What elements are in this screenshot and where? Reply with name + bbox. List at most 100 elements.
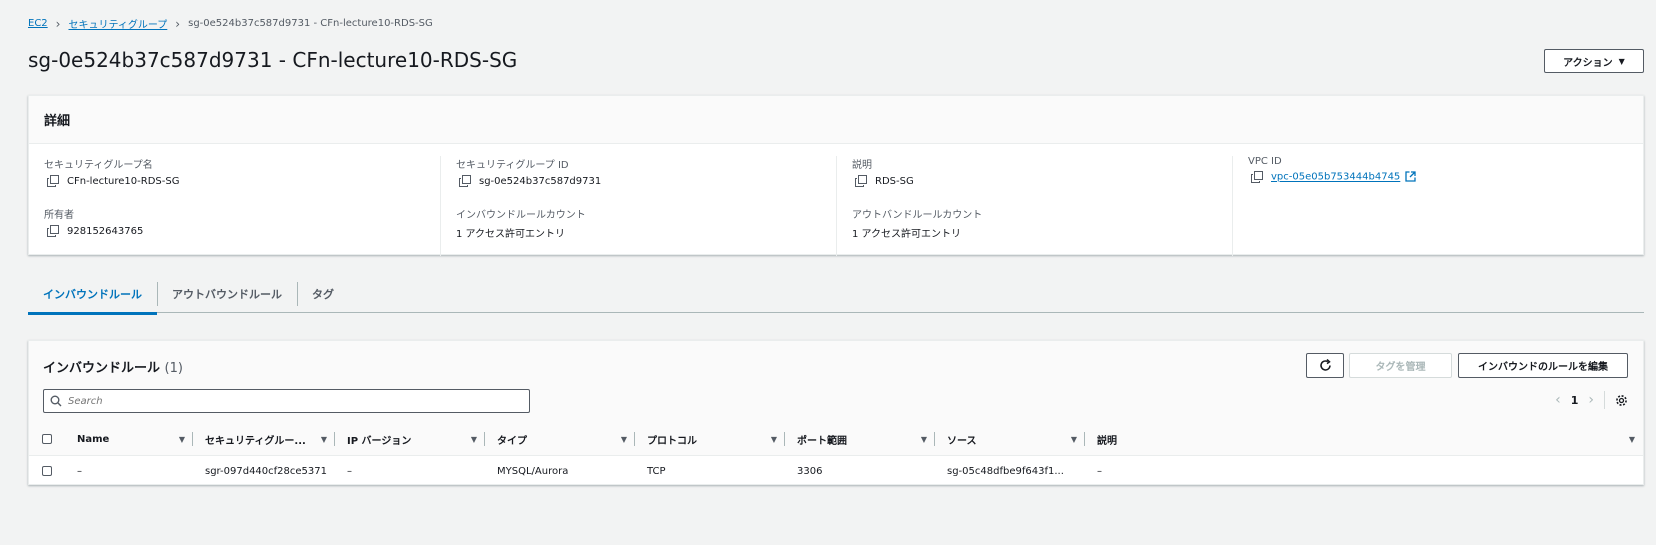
column-header-label: ポート範囲 (797, 435, 847, 447)
details-column-2: セキュリティグループ ID sg-0e524b37c587d9731 インバウン… (440, 156, 836, 256)
tab-inbound-rules[interactable]: インバウンドルール (28, 275, 157, 315)
column-header-name[interactable]: Name ▼ (65, 430, 193, 448)
column-header-port-range[interactable]: ポート範囲 ▼ (785, 430, 935, 448)
cell-port-range: 3306 (797, 465, 823, 477)
sort-caret-icon: ▼ (920, 434, 927, 444)
pagination: ‹ 1 › (1555, 391, 1628, 409)
cell-type: MYSQL/Aurora (497, 465, 569, 477)
refresh-button[interactable] (1306, 353, 1344, 378)
sort-caret-icon: ▼ (1628, 434, 1635, 444)
next-page-icon[interactable]: › (1588, 392, 1594, 408)
field-inbound-count: インバウンドルールカウント 1 アクセス許可エントリ (456, 206, 836, 256)
column-header-label: タイプ (497, 435, 527, 447)
sort-caret-icon: ▼ (770, 434, 777, 444)
copy-icon[interactable] (47, 175, 59, 187)
column-header-protocol[interactable]: プロトコル ▼ (635, 430, 785, 448)
field-vpc-id: VPC ID vpc-05e05b753444b4745 (1248, 156, 1628, 206)
breadcrumb-ec2-link[interactable]: EC2 (28, 18, 48, 29)
details-column-3: 説明 RDS-SG アウトバンドルールカウント 1 アクセス許可エントリ (836, 156, 1232, 256)
column-header-label: ソース (947, 435, 977, 447)
column-header-source[interactable]: ソース ▼ (935, 430, 1085, 448)
search-input[interactable] (68, 395, 508, 407)
field-label: インバウンドルールカウント (456, 210, 586, 221)
cell-ip-version: – (347, 465, 352, 477)
field-label: 説明 (852, 160, 872, 171)
column-header-rule-id[interactable]: セキュリティグルー... ▼ (193, 430, 335, 448)
field-label: 所有者 (44, 210, 74, 221)
search-box (43, 389, 530, 413)
breadcrumb: EC2 › セキュリティグループ › sg-0e524b37c587d9731 … (28, 16, 433, 32)
inbound-rules-header: インバウンドルール (1) タグを管理 インバウンドのルールを編集 ‹ 1 › … (29, 341, 1643, 456)
column-header-label: IP バージョン (347, 435, 412, 447)
chevron-right-icon: › (55, 16, 61, 31)
row-checkbox[interactable] (42, 466, 52, 476)
cell-name: – (77, 465, 82, 477)
caret-down-icon: ▼ (1618, 56, 1625, 66)
field-label: VPC ID (1248, 156, 1282, 167)
details-column-1: セキュリティグループ名 CFn-lecture10-RDS-SG 所有者 928… (44, 156, 440, 256)
column-header-label: Name (77, 433, 110, 445)
copy-icon[interactable] (1251, 171, 1263, 183)
field-outbound-count: アウトバンドルールカウント 1 アクセス許可エントリ (852, 206, 1232, 256)
inbound-rules-panel: インバウンドルール (1) タグを管理 インバウンドのルールを編集 ‹ 1 › … (28, 340, 1644, 485)
sort-caret-icon: ▼ (320, 434, 327, 444)
field-value: CFn-lecture10-RDS-SG (67, 175, 180, 187)
divider (1604, 391, 1605, 409)
sort-caret-icon: ▼ (470, 434, 477, 444)
actions-button-label: アクション (1563, 57, 1613, 69)
copy-icon[interactable] (459, 175, 471, 187)
sort-caret-icon: ▼ (1070, 434, 1077, 444)
breadcrumb-current: sg-0e524b37c587d9731 - CFn-lecture10-RDS… (188, 18, 433, 29)
settings-gear-icon[interactable] (1615, 394, 1628, 407)
prev-page-icon[interactable]: ‹ (1555, 392, 1561, 408)
inbound-rules-title-text: インバウンドルール (43, 361, 161, 376)
copy-icon[interactable] (855, 175, 867, 187)
column-header-ip-version[interactable]: IP バージョン ▼ (335, 430, 485, 448)
field-value: 1 アクセス許可エントリ (852, 229, 962, 240)
table-row[interactable]: – sgr-097d440cf28ce5371 – MYSQL/Aurora T… (29, 456, 1643, 486)
row-select-cell (29, 466, 65, 476)
sort-caret-icon: ▼ (178, 434, 185, 444)
field-label: セキュリティグループ名 (44, 160, 153, 171)
details-grid: セキュリティグループ名 CFn-lecture10-RDS-SG 所有者 928… (29, 144, 1643, 256)
field-sg-name: セキュリティグループ名 CFn-lecture10-RDS-SG (44, 156, 440, 206)
field-sg-id: セキュリティグループ ID sg-0e524b37c587d9731 (456, 156, 836, 206)
column-header-label: セキュリティグルー... (205, 435, 306, 447)
details-header: 詳細 (29, 96, 1643, 144)
copy-icon[interactable] (47, 225, 59, 237)
page-title: sg-0e524b37c587d9731 - CFn-lecture10-RDS… (28, 48, 518, 72)
field-owner: 所有者 928152643765 (44, 206, 440, 256)
breadcrumb-security-groups-link[interactable]: セキュリティグループ (68, 16, 167, 31)
manage-tags-button[interactable]: タグを管理 (1349, 353, 1452, 378)
search-icon (50, 395, 62, 407)
select-all-cell (29, 434, 65, 444)
inbound-rules-count: (1) (164, 361, 183, 376)
edit-inbound-rules-button[interactable]: インバウンドのルールを編集 (1458, 353, 1628, 378)
vpc-id-link[interactable]: vpc-05e05b753444b4745 (1271, 172, 1400, 183)
sort-caret-icon: ▼ (620, 434, 627, 444)
inbound-rules-title: インバウンドルール (1) (43, 357, 183, 376)
select-all-checkbox[interactable] (42, 434, 52, 444)
column-header-label: プロトコル (647, 435, 697, 447)
column-header-type[interactable]: タイプ ▼ (485, 430, 635, 448)
field-value: sg-0e524b37c587d9731 (479, 175, 602, 187)
tab-tags[interactable]: タグ (297, 275, 349, 313)
cell-rule-id: sgr-097d440cf28ce5371 (205, 465, 328, 477)
tab-list: インバウンドルール アウトバウンドルール タグ (28, 275, 1644, 315)
details-panel: 詳細 セキュリティグループ名 CFn-lecture10-RDS-SG 所有者 … (28, 95, 1644, 256)
page-number[interactable]: 1 (1571, 394, 1579, 407)
field-value: 1 アクセス許可エントリ (456, 229, 566, 240)
tab-outbound-rules[interactable]: アウトバウンドルール (157, 275, 297, 313)
column-header-label: 説明 (1097, 435, 1117, 447)
field-description: 説明 RDS-SG (852, 156, 1232, 206)
actions-button[interactable]: アクション ▼ (1544, 49, 1644, 73)
field-label: アウトバンドルールカウント (852, 210, 983, 221)
field-value: RDS-SG (875, 175, 914, 187)
column-header-description[interactable]: 説明 ▼ (1085, 430, 1643, 448)
details-column-4: VPC ID vpc-05e05b753444b4745 (1232, 156, 1628, 256)
table-header: Name ▼ セキュリティグルー... ▼ IP バージョン ▼ タイプ ▼ プロトコル… (29, 424, 1643, 454)
cell-description: – (1097, 465, 1102, 477)
external-link-icon (1405, 171, 1417, 182)
refresh-icon (1319, 359, 1331, 371)
field-value: 928152643765 (67, 225, 144, 237)
